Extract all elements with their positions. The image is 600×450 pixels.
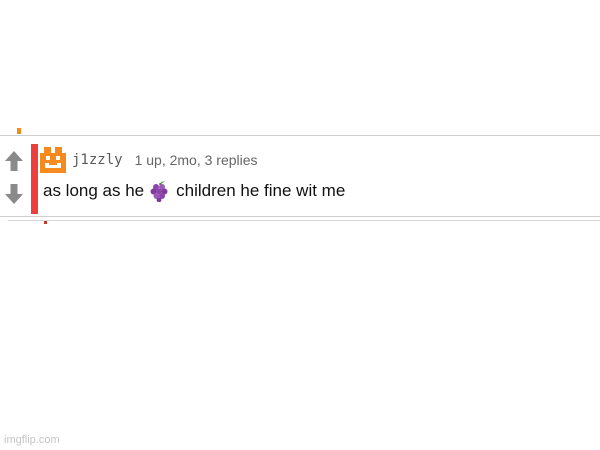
comment-username[interactable]: j1zzly — [72, 152, 123, 168]
comment-meta: j1zzly 1 up, 2mo, 3 replies — [40, 147, 258, 173]
comment-text-after: children he fine wit me — [176, 181, 346, 200]
watermark: imgflip.com — [4, 434, 60, 446]
grapes-icon — [150, 181, 168, 202]
comment-stats: 1 up, 2mo, 3 replies — [134, 152, 258, 168]
comment-accent-bar — [31, 144, 38, 214]
arrow-up-icon — [5, 151, 23, 171]
next-comment-fragment — [8, 220, 600, 221]
comment-body: j1zzly 1 up, 2mo, 3 replies as long as h… — [40, 144, 594, 214]
comment: j1zzly 1 up, 2mo, 3 replies as long as h… — [0, 135, 600, 217]
arrow-down-icon — [5, 184, 23, 204]
comment-thread-page: j1zzly 1 up, 2mo, 3 replies as long as h… — [0, 0, 600, 450]
comment-text: as long as he children he fine wit me — [43, 180, 345, 202]
comment-text-before: as long as he — [43, 181, 145, 200]
upvote-button[interactable] — [3, 149, 25, 173]
downvote-button[interactable] — [3, 182, 25, 206]
vote-column — [0, 136, 30, 216]
previous-comment-fragment — [17, 128, 21, 134]
pixel-face-avatar-icon[interactable] — [40, 147, 66, 173]
next-comment-accent-fragment — [44, 221, 47, 224]
